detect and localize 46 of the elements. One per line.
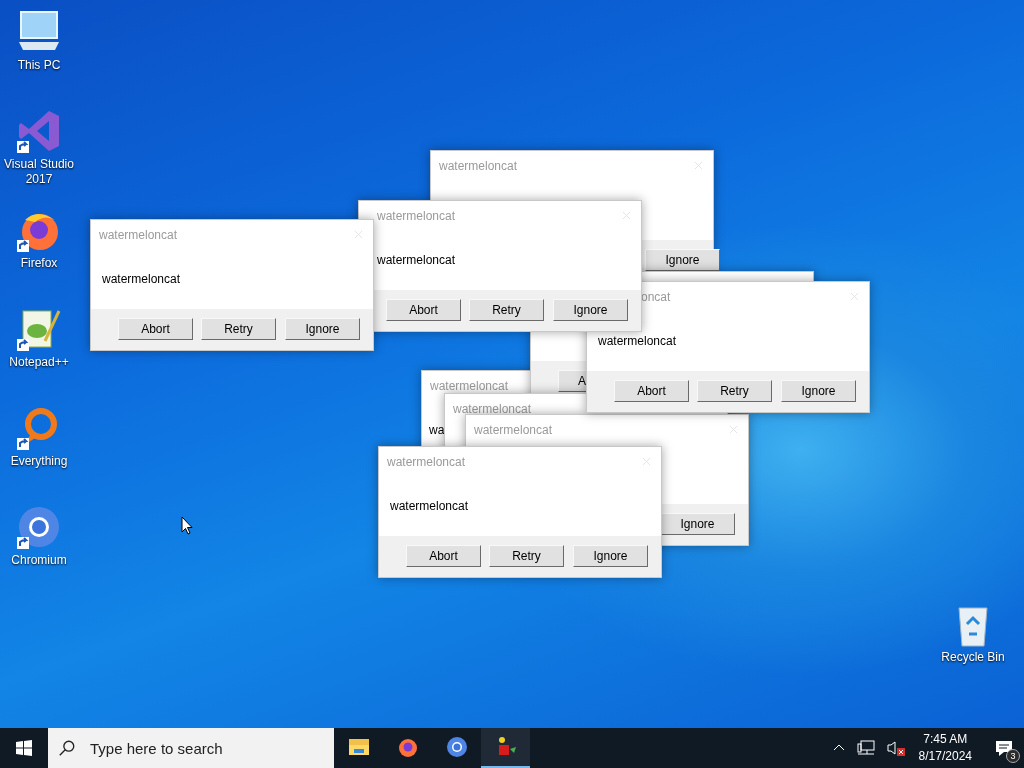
icon-label[interactable]: This PC <box>1 58 77 73</box>
icon-label[interactable]: Visual Studio 2017 <box>1 157 77 187</box>
icon-label[interactable]: Chromium <box>1 553 77 568</box>
cursor-icon <box>181 516 193 535</box>
dialog-button[interactable]: Ignore <box>285 318 360 340</box>
dialog-message: watermeloncat <box>598 334 677 348</box>
search-input[interactable]: Type here to search <box>88 738 312 758</box>
notification-count: 3 <box>1006 749 1020 763</box>
icon-label[interactable]: Firefox <box>1 256 77 271</box>
icon-label[interactable]: Recycle Bin <box>935 650 1011 665</box>
dialog-button[interactable]: Retry <box>469 299 544 321</box>
dialog-title: oncat <box>641 290 671 304</box>
dialog-button[interactable]: Retry <box>201 318 276 340</box>
dialog-message: watermeloncat <box>102 272 181 286</box>
dialog-title: watermeloncat <box>439 159 518 173</box>
clock-date[interactable]: 8/17/2024 <box>918 748 972 765</box>
dialog-button[interactable]: Ignore <box>553 299 628 321</box>
dialog-title: watermeloncat <box>453 402 532 416</box>
speaker-icon[interactable] <box>886 740 905 756</box>
icon-label[interactable]: Notepad++ <box>1 355 77 370</box>
dialog-button[interactable]: Ignore <box>645 249 720 271</box>
dialog-message: wa <box>429 423 445 437</box>
dialog-button[interactable]: Retry <box>489 545 564 567</box>
dialog-title: watermeloncat <box>377 209 456 223</box>
network-icon[interactable] <box>856 740 875 756</box>
search-icon <box>58 739 76 757</box>
dialog-title: watermeloncat <box>474 423 553 437</box>
dialog-message: watermeloncat <box>390 499 469 513</box>
notification-icon[interactable] <box>994 738 1014 758</box>
dialog-button[interactable]: Ignore <box>573 545 648 567</box>
dialog-button[interactable]: Abort <box>614 380 689 402</box>
dialog-message: watermeloncat <box>377 253 456 267</box>
dialog-title: watermeloncat <box>99 228 178 242</box>
dialog-button[interactable]: Abort <box>386 299 461 321</box>
dialog-title: watermeloncat <box>430 379 509 393</box>
app-icon[interactable] <box>481 728 530 768</box>
windows-icon <box>16 740 32 756</box>
dialog-title: watermeloncat <box>387 455 466 469</box>
dialog-button[interactable]: Ignore <box>660 513 735 535</box>
clock-time[interactable]: 7:45 AM <box>923 731 968 748</box>
icon-label[interactable]: Everything <box>1 454 77 469</box>
search-bar[interactable]: Type here to search <box>48 728 334 768</box>
dialog-button[interactable]: Ignore <box>781 380 856 402</box>
dialog-button[interactable]: Abort <box>406 545 481 567</box>
dialog-button[interactable]: Retry <box>697 380 772 402</box>
dialog-button[interactable]: Abort <box>118 318 193 340</box>
